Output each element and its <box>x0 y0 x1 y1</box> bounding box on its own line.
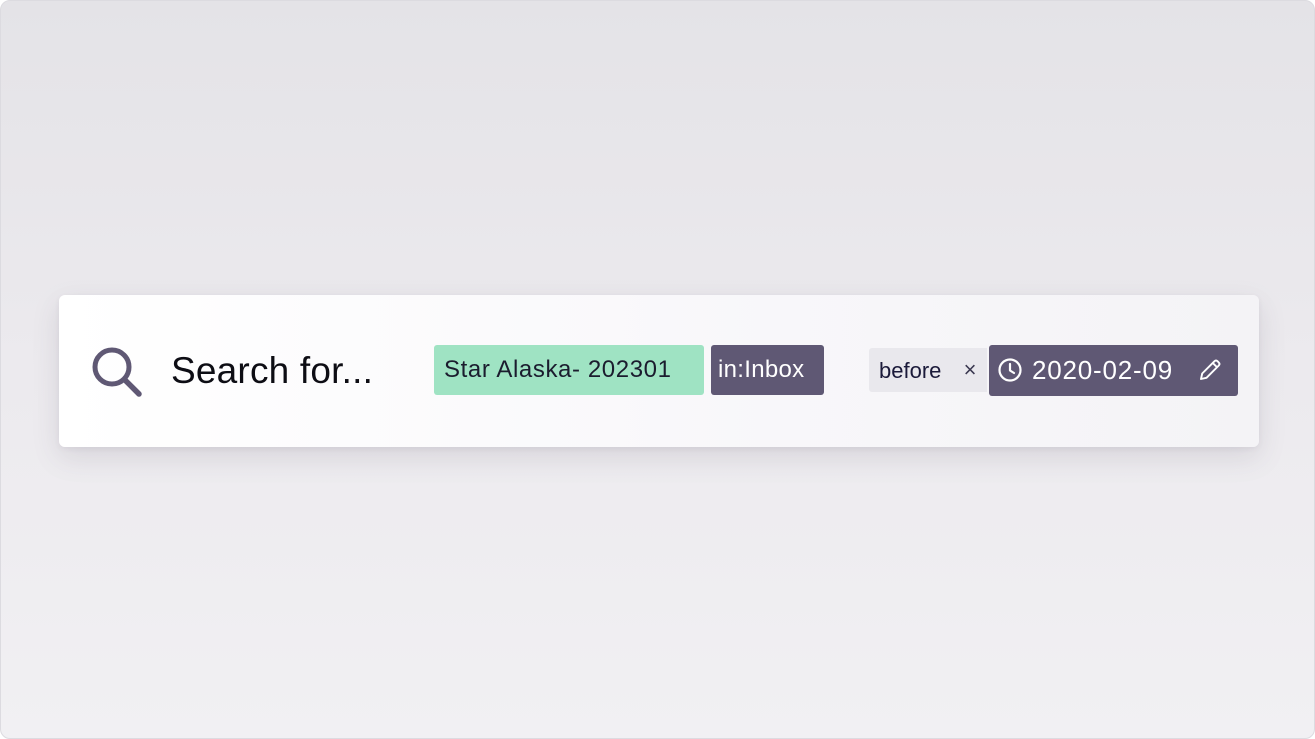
query-token[interactable]: Star Alaska- 202301 <box>434 345 704 395</box>
canvas-background: Search for... Star Alaska- 202301 in:Inb… <box>0 0 1315 739</box>
search-icon[interactable] <box>89 345 145 399</box>
date-filter-value: 2020-02-09 <box>1032 355 1173 385</box>
pencil-icon[interactable] <box>1197 357 1223 383</box>
search-input[interactable]: Search for... <box>171 346 373 396</box>
remove-filter-button[interactable]: × <box>959 348 981 392</box>
clock-icon <box>998 358 1022 382</box>
folder-filter-token[interactable]: in:Inbox <box>711 345 824 395</box>
